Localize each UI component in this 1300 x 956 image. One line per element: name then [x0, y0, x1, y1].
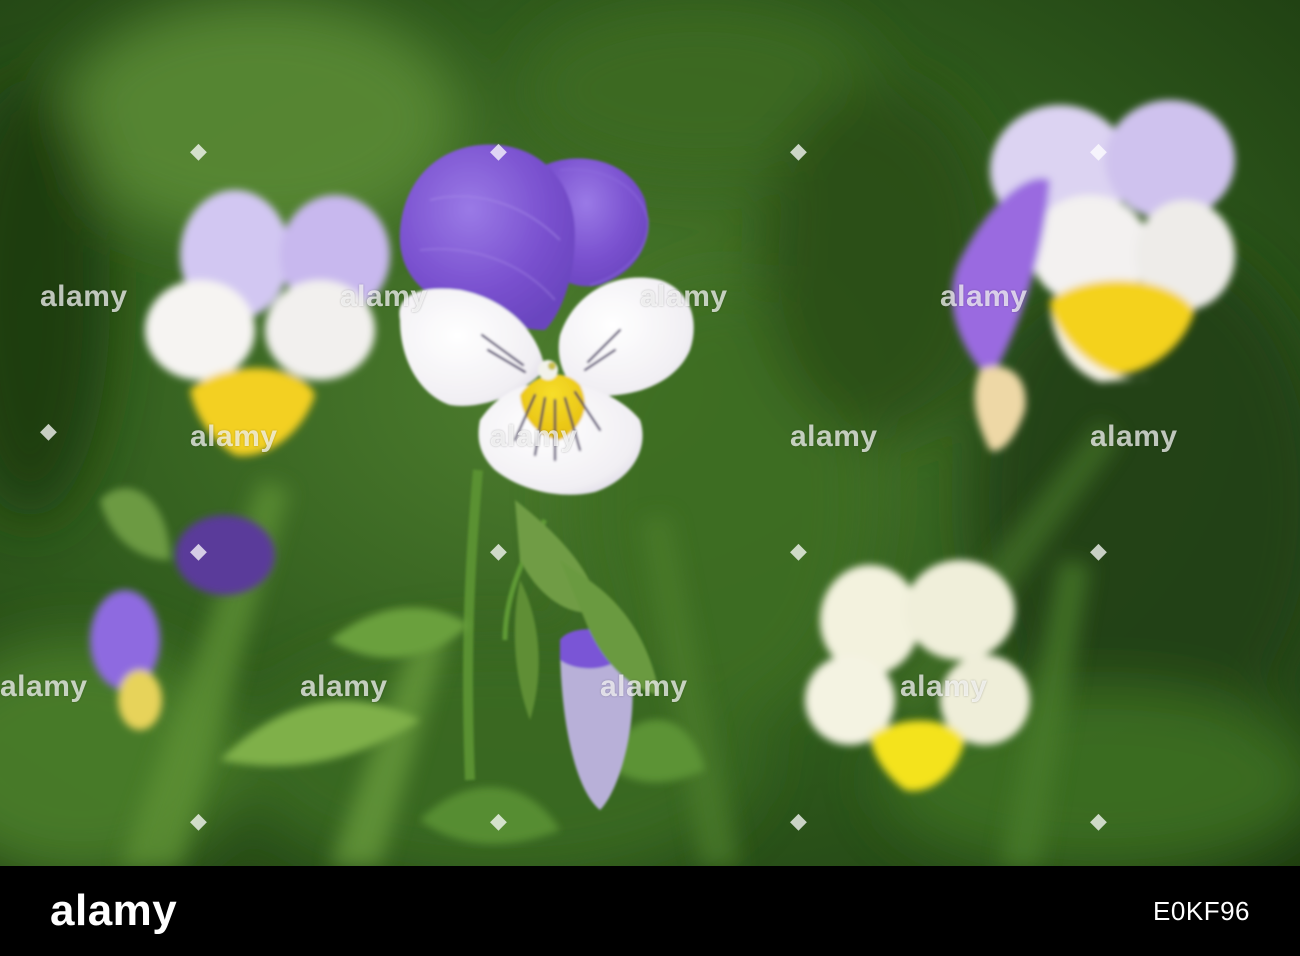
footer-bar: alamy E0KF96: [0, 866, 1300, 956]
stock-photo-page: ◆ ◆ ◆ ◆ alamy alamy alamy alamy ◆ alamy …: [0, 0, 1300, 956]
alamy-logo[interactable]: alamy: [50, 886, 177, 936]
image-id: E0KF96: [1153, 896, 1250, 926]
photo-illustration: [0, 0, 1300, 866]
flower-photo: ◆ ◆ ◆ ◆ alamy alamy alamy alamy ◆ alamy …: [0, 0, 1300, 866]
